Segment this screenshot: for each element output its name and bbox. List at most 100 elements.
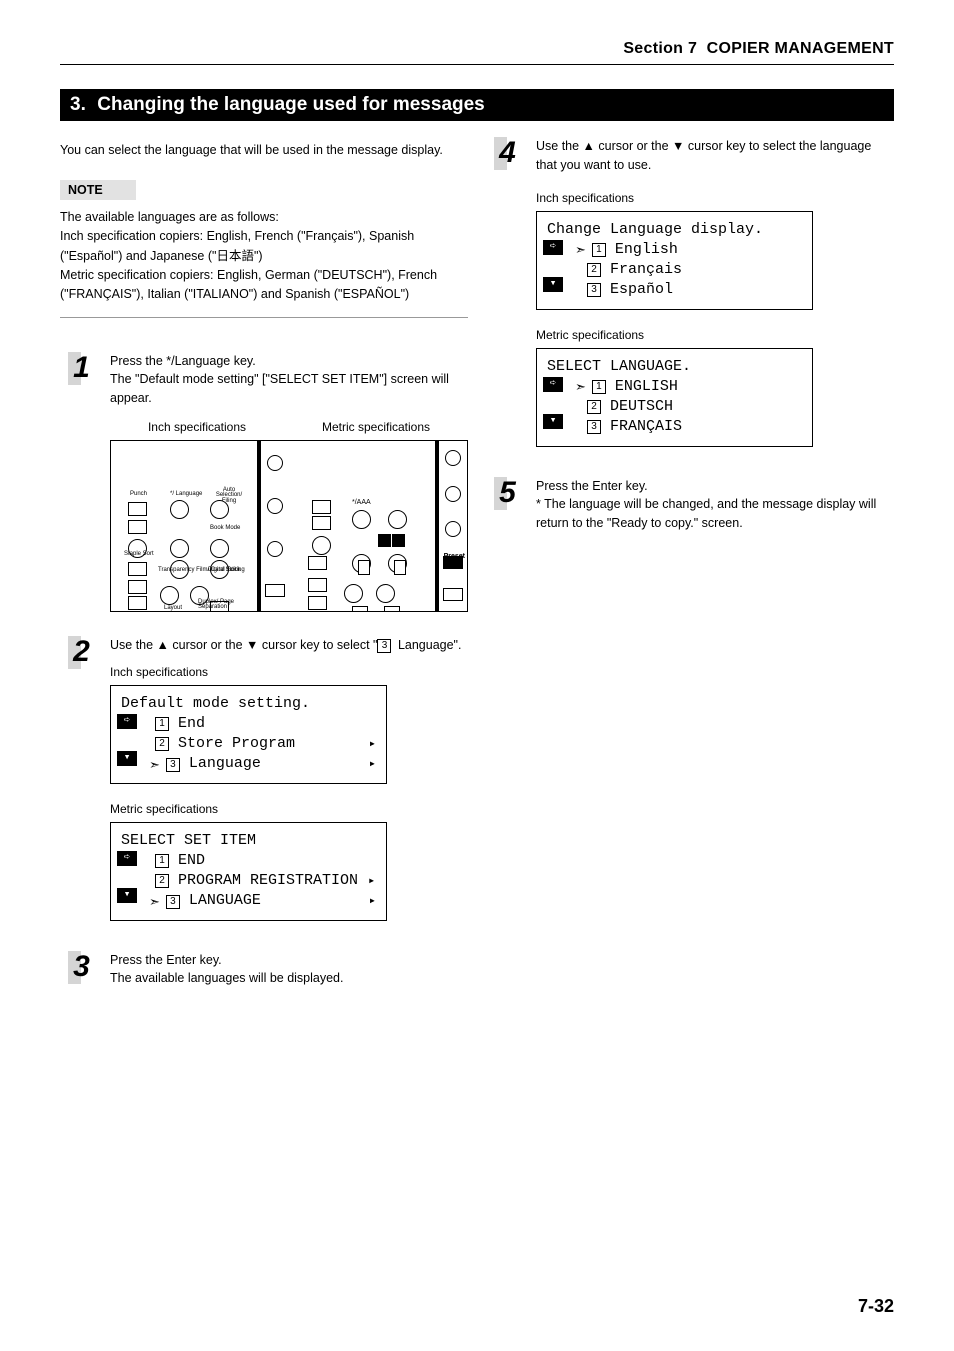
step-5-line2: * The language will be changed, and the … (536, 497, 876, 530)
note-line2b: ") (254, 249, 263, 263)
step-2-number: 2 (68, 636, 92, 669)
arrow-down-icon: ▾ (117, 888, 137, 903)
panel-icon (358, 560, 370, 575)
section-label: Section 7 (623, 40, 697, 57)
panel-button (170, 539, 189, 558)
panel-label: Staple Sort (124, 552, 154, 557)
panel-button (170, 500, 189, 519)
step-2-text-b: Language". (394, 638, 461, 652)
lcd-row: English (615, 240, 678, 260)
step-2-numref: 3 (377, 639, 391, 653)
step-5: 5 Press the Enter key. * The language wi… (486, 477, 894, 533)
header-rule (60, 64, 894, 65)
step-3-line2: The available languages will be displaye… (110, 971, 343, 985)
step-2: 2 Use the ▲ cursor or the ▼ cursor key t… (60, 636, 468, 937)
lcd-row: ENGLISH (615, 377, 678, 397)
panel-button (312, 536, 331, 555)
lcd-row: FRANÇAIS (610, 417, 682, 437)
panel-icon (392, 534, 405, 547)
panel-icon (128, 520, 147, 534)
arrow-right-icon: ➪ (543, 377, 563, 392)
lcd-row: Español (610, 280, 673, 300)
panel-label: Duplex/ Page Separation (198, 600, 248, 610)
step-1-number: 1 (68, 352, 92, 385)
left-column: You can select the language that will be… (60, 141, 468, 1002)
panel-label: Book Mode (210, 526, 240, 531)
panel-icon (384, 606, 400, 611)
panel-label: */ Language (170, 490, 202, 499)
control-panel-figure: Punch */ Language Auto Selection/ Filing… (110, 440, 468, 612)
panel-button (376, 584, 395, 603)
panel-right-strip-1: Preset (259, 441, 289, 611)
panel-icon (308, 596, 327, 610)
panel-icon (308, 578, 327, 592)
lcd-title: Change Language display. (547, 220, 802, 240)
panel-icon (312, 500, 331, 514)
panel-button (265, 584, 285, 597)
cursor-icon: ➣ (575, 378, 586, 396)
panel-button (443, 588, 463, 601)
step4-sub-inch: Inch specifications (536, 189, 894, 207)
step-3: 3 Press the Enter key. The available lan… (60, 951, 468, 989)
panel-button (445, 521, 461, 537)
lcd-select-set-item: ➪ ▾ SELECT SET ITEM 1END 2PROGRAM REGIST… (110, 822, 387, 921)
triangle-right-icon: ▸ (368, 873, 375, 889)
step-1-line1: Press the */Language key. (110, 354, 256, 368)
lcd-title: SELECT SET ITEM (121, 831, 376, 851)
panel-button (344, 584, 363, 603)
lcd-row: Language (189, 754, 261, 774)
panel-button (210, 539, 229, 558)
note-heading: NOTE (60, 180, 136, 200)
step2-sub-metric: Metric specifications (110, 800, 468, 818)
cursor-icon: ➣ (149, 756, 160, 774)
step-1: 1 Press the */Language key. The "Default… (60, 352, 468, 622)
panel-icon (308, 556, 327, 570)
step4-sub-metric: Metric specifications (536, 326, 894, 344)
panel-button (445, 450, 461, 466)
step2-sub-inch: Inch specifications (110, 663, 468, 681)
panel-inch: Punch */ Language Auto Selection/ Filing… (111, 441, 259, 611)
lcd-row: END (178, 851, 205, 871)
panel-button (267, 498, 283, 514)
step-5-line1: Press the Enter key. (536, 479, 648, 493)
step1-sub-metric: Metric specifications (322, 418, 430, 436)
arrow-right-icon: ➪ (543, 240, 563, 255)
triangle-right-icon: ▸ (369, 736, 376, 752)
note-body: The available languages are as follows: … (60, 208, 468, 318)
lcd-title: Default mode setting. (121, 694, 376, 714)
step-2-text-a: Use the ▲ cursor or the ▼ cursor key to … (110, 638, 377, 652)
panel-label: Preset (444, 552, 465, 563)
panel-button (210, 500, 229, 519)
step-3-number: 3 (68, 951, 92, 984)
panel-icon (352, 606, 368, 611)
intro-text: You can select the language that will be… (60, 141, 468, 160)
note-line3: Metric specification copiers: English, G… (60, 268, 437, 301)
panel-label: Punch (130, 490, 147, 499)
topic-number: 3. (70, 94, 92, 116)
panel-icon (378, 534, 391, 547)
triangle-right-icon: ▸ (369, 756, 376, 772)
lcd-row: Store Program (178, 734, 295, 754)
lcd-row: LANGUAGE (189, 891, 261, 911)
lcd-row: DEUTSCH (610, 397, 673, 417)
lcd-default-mode: ➪ ▾ Default mode setting. 1End 2Store Pr… (110, 685, 387, 784)
right-column: 4 Use the ▲ cursor or the ▼ cursor key t… (486, 141, 894, 1002)
panel-label: Digital Editing (208, 568, 245, 573)
panel-icon (128, 502, 147, 516)
cursor-icon: ➣ (575, 241, 586, 259)
panel-button (160, 586, 179, 605)
panel-label: */AAA (352, 498, 371, 509)
page-header: Section 7 COPIER MANAGEMENT (60, 40, 894, 58)
step-5-number: 5 (494, 477, 518, 510)
step-4-text: Use the ▲ cursor or the ▼ cursor key to … (536, 139, 871, 172)
page-number: 7-32 (858, 1296, 894, 1317)
panel-icon (128, 596, 147, 610)
lcd-row: Français (610, 260, 682, 280)
topic-title-bar: 3. Changing the language used for messag… (60, 89, 894, 121)
panel-icon (394, 560, 406, 575)
arrow-right-icon: ➪ (117, 714, 137, 729)
note-japanese: 日本語 (216, 249, 254, 263)
lcd-row: PROGRAM REGISTRATION (178, 871, 358, 891)
step-1-line2: The "Default mode setting" ["SELECT SET … (110, 372, 449, 405)
lcd-change-language: ➪ ▾ Change Language display. ➣1English 2… (536, 211, 813, 310)
